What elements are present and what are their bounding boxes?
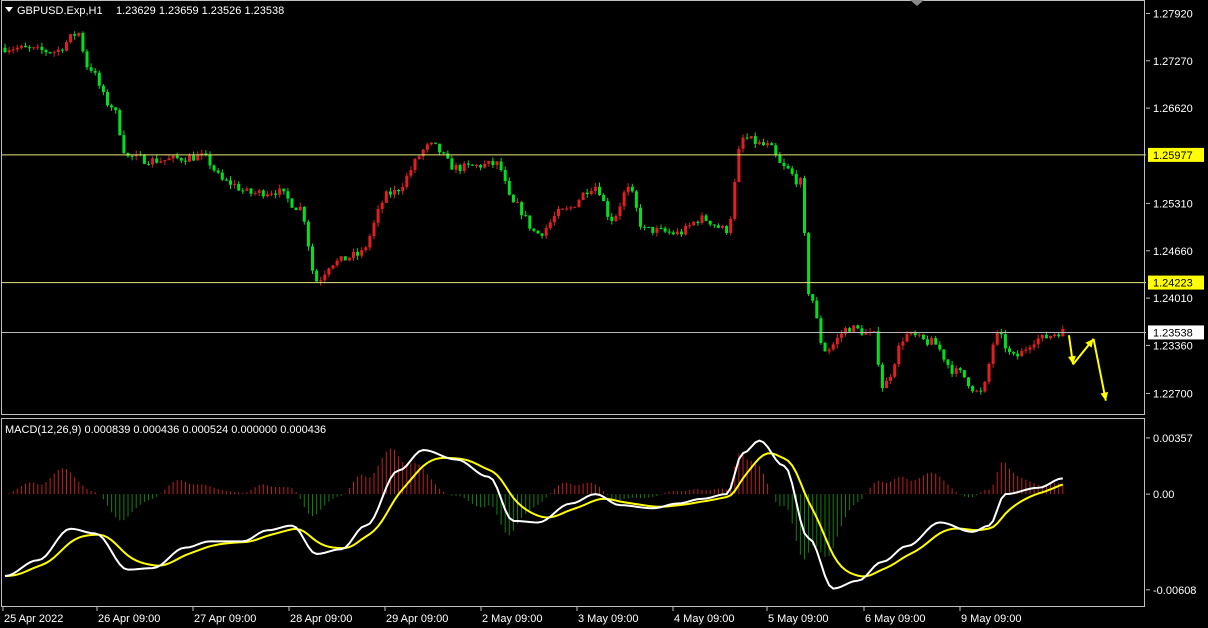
time-tick-label: 27 Apr 09:00 <box>194 613 256 625</box>
candle <box>85 49 89 71</box>
candle <box>528 215 532 231</box>
chart-background <box>0 0 1208 628</box>
candle <box>737 145 741 183</box>
candle <box>819 315 823 345</box>
macd-tick-label: 0.00357 <box>1153 433 1193 445</box>
candle <box>733 178 737 222</box>
price-tick-label: 1.27270 <box>1153 56 1193 68</box>
macd-label: MACD(12,26,9) 0.000839 0.000436 0.000524… <box>5 424 326 436</box>
candle <box>106 89 109 107</box>
time-tick-label: 29 Apr 09:00 <box>386 613 448 625</box>
candle <box>729 216 733 236</box>
time-tick-label: 25 Apr 2022 <box>4 613 63 625</box>
time-tick-label: 2 May 09:00 <box>482 613 543 625</box>
candle <box>852 324 856 333</box>
price-tick-label: 1.25310 <box>1153 198 1193 210</box>
candle <box>803 175 806 236</box>
candle <box>606 197 610 221</box>
time-tick-label: 5 May 09:00 <box>768 613 829 625</box>
candle <box>807 232 811 297</box>
candle <box>581 192 585 201</box>
candle <box>306 219 310 251</box>
macd-tick-label: -0.00608 <box>1153 585 1196 597</box>
price-tick-label: 1.22700 <box>1153 388 1193 400</box>
price-tick-label: 1.24660 <box>1153 246 1193 258</box>
candle <box>897 342 901 368</box>
macd-tick-label: 0.00 <box>1153 489 1174 501</box>
candle <box>311 243 314 275</box>
candle <box>142 154 146 165</box>
price-tick-label: 1.27920 <box>1153 8 1193 20</box>
time-tick-label: 6 May 09:00 <box>865 613 926 625</box>
candle <box>81 31 85 54</box>
ohlc-readout: 1.23629 1.23659 1.23526 1.23538 <box>116 5 284 17</box>
candle <box>893 363 897 379</box>
price-axis: 1.27920 1.27270 1.26620 1.25310 1.24660 1.240… <box>1146 8 1193 400</box>
price-tick-label: 1.24010 <box>1153 293 1193 305</box>
price-tick-label: 1.26620 <box>1153 103 1193 115</box>
candle <box>987 362 991 385</box>
price-tick-label: 1.23360 <box>1153 340 1193 352</box>
candle <box>343 256 347 261</box>
candle <box>962 370 966 378</box>
time-tick-label: 26 Apr 09:00 <box>98 613 160 625</box>
time-tick-label: 3 May 09:00 <box>578 613 639 625</box>
candle <box>384 189 388 204</box>
candle <box>991 342 995 368</box>
candle <box>823 341 827 352</box>
time-tick-label: 4 May 09:00 <box>674 613 735 625</box>
candle <box>118 108 122 136</box>
candle <box>921 334 925 341</box>
candle <box>880 362 884 392</box>
candle <box>290 197 294 209</box>
symbol-label: GBPUSD.Exp,H1 <box>17 5 103 17</box>
price-tag-label: 1.23538 <box>1153 327 1193 339</box>
time-tick-label: 28 Apr 09:00 <box>290 613 352 625</box>
candle <box>315 268 319 282</box>
candle <box>511 194 515 203</box>
price-chart[interactable]: 1.25977 1.24223 1.23538 1.27920 1.27270 1.26… <box>0 0 1208 628</box>
candle <box>294 207 298 211</box>
price-tag-label: 1.24223 <box>1153 278 1193 290</box>
price-tag-label: 1.25977 <box>1153 150 1193 162</box>
candle <box>639 204 642 230</box>
candle <box>983 380 987 393</box>
time-tick-label: 9 May 09:00 <box>961 613 1022 625</box>
